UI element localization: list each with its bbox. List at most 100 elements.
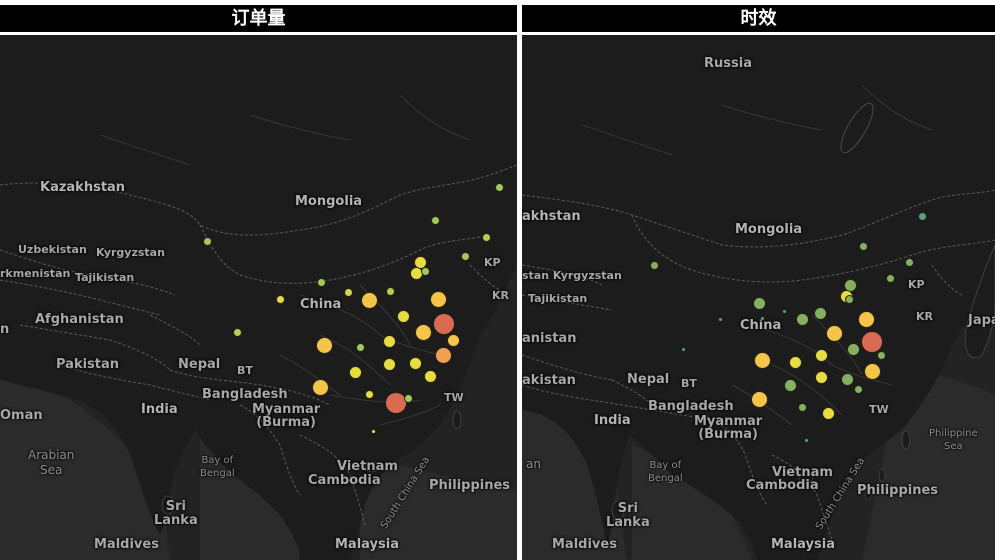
- map-marker[interactable]: [414, 323, 432, 341]
- label-cambodia: Cambodia: [308, 473, 381, 488]
- map-marker[interactable]: [783, 378, 797, 392]
- label-china: China: [300, 297, 342, 312]
- map-marker[interactable]: [750, 390, 768, 408]
- map-marker[interactable]: [364, 389, 374, 399]
- label-pakistan: akistan: [522, 373, 576, 388]
- map-marker[interactable]: [814, 370, 828, 384]
- map-marker[interactable]: [853, 384, 863, 394]
- label-tajikistan: Tajikistan: [528, 292, 588, 305]
- map-marker[interactable]: [752, 296, 766, 310]
- map-marker[interactable]: [846, 342, 860, 356]
- label-bangladesh: Bangladesh: [202, 387, 288, 402]
- label-kr: KR: [492, 289, 509, 302]
- map-marker[interactable]: [917, 211, 927, 221]
- map-marker[interactable]: [840, 372, 854, 386]
- map-marker[interactable]: [408, 356, 422, 370]
- panel-timeliness: 时效 Russia akhstan Mongolia stan Kyrgyzst…: [522, 0, 995, 560]
- panel-title: 时效: [522, 5, 995, 32]
- label-bangladesh: Bangladesh: [648, 399, 734, 414]
- map-marker[interactable]: [348, 365, 362, 379]
- map-order-volume[interactable]: Kazakhstan Mongolia Uzbekistan Kyrgyzsta…: [0, 35, 517, 560]
- panel-title: 订单量: [0, 5, 517, 32]
- label-philippines: Philippines: [857, 483, 939, 498]
- map-marker[interactable]: [680, 346, 686, 352]
- map-marker[interactable]: [403, 393, 413, 403]
- label-cambodia: Cambodia: [746, 478, 819, 493]
- map-marker[interactable]: [382, 357, 396, 371]
- map-marker[interactable]: [420, 266, 430, 276]
- label-kazakhstan: Kazakhstan: [40, 180, 126, 195]
- label-maldives: Maldives: [94, 537, 159, 552]
- label-bt: BT: [237, 364, 253, 377]
- map-marker[interactable]: [430, 215, 440, 225]
- map-marker[interactable]: [813, 306, 827, 320]
- map-marker[interactable]: [717, 316, 723, 322]
- map-marker[interactable]: [825, 324, 843, 342]
- label-india: India: [141, 402, 178, 417]
- map-marker[interactable]: [275, 294, 285, 304]
- map-marker[interactable]: [858, 241, 868, 251]
- map-marker[interactable]: [460, 251, 470, 261]
- map-marker[interactable]: [759, 315, 765, 321]
- map-marker[interactable]: [797, 402, 807, 412]
- map-marker[interactable]: [857, 310, 875, 328]
- label-oman: Oman: [0, 408, 43, 423]
- map-marker[interactable]: [434, 346, 452, 364]
- map-marker[interactable]: [385, 286, 395, 296]
- label-tw: TW: [444, 391, 464, 404]
- label-bt: BT: [681, 377, 697, 390]
- map-marker[interactable]: [803, 437, 809, 443]
- map-timeliness[interactable]: Russia akhstan Mongolia stan Kyrgyzstan …: [522, 35, 995, 560]
- map-marker[interactable]: [904, 257, 914, 267]
- label-afghanistan: Afghanistan: [35, 312, 124, 327]
- label-malaysia: Malaysia: [335, 537, 399, 552]
- label-kp: KP: [908, 278, 925, 291]
- label-afghanistan: anistan: [522, 331, 577, 346]
- map-marker[interactable]: [343, 287, 353, 297]
- map-marker[interactable]: [781, 308, 787, 314]
- map-marker[interactable]: [821, 406, 835, 420]
- map-marker[interactable]: [202, 236, 212, 246]
- map-marker[interactable]: [494, 182, 504, 192]
- map-marker[interactable]: [649, 260, 659, 270]
- label-tajikistan: Tajikistan: [75, 271, 135, 284]
- map-marker[interactable]: [429, 290, 447, 308]
- map-marker[interactable]: [316, 277, 326, 287]
- label-maldives: Maldives: [552, 537, 617, 552]
- label-nepal: Nepal: [178, 357, 221, 372]
- label-uzbekistan: Uzbekistan: [18, 243, 87, 256]
- map-marker[interactable]: [370, 428, 376, 434]
- map-marker[interactable]: [382, 334, 396, 348]
- map-marker[interactable]: [396, 309, 410, 323]
- map-marker[interactable]: [795, 312, 809, 326]
- label-myanmar: Myanmar (Burma): [694, 414, 763, 442]
- label-philippine-sea: Philippine Sea: [929, 428, 978, 452]
- label-n-edge: n: [0, 322, 10, 337]
- map-marker[interactable]: [876, 350, 886, 360]
- map-marker[interactable]: [315, 336, 333, 354]
- label-kyrgyzstan: Kyrgyzstan: [96, 246, 165, 259]
- map-marker[interactable]: [863, 362, 881, 380]
- map-marker[interactable]: [885, 273, 895, 283]
- map-marker[interactable]: [814, 348, 828, 362]
- label-india: India: [594, 413, 631, 428]
- label-tw: TW: [869, 403, 889, 416]
- map-marker[interactable]: [423, 369, 437, 383]
- map-marker[interactable]: [232, 327, 242, 337]
- map-marker[interactable]: [446, 333, 460, 347]
- label-sri-lanka: Sri Lanka: [606, 501, 650, 530]
- map-marker[interactable]: [355, 342, 365, 352]
- map-marker[interactable]: [844, 294, 854, 304]
- map-marker[interactable]: [861, 331, 883, 353]
- map-marker[interactable]: [788, 355, 802, 369]
- label-myanmar: Myanmar (Burma): [252, 402, 321, 430]
- map-marker[interactable]: [311, 378, 329, 396]
- label-kazakhstan: akhstan: [522, 209, 581, 224]
- map-marker[interactable]: [433, 313, 455, 335]
- panel-order-volume: 订单量 Kazakhstan Mongolia Uzbekistan Kyrgy…: [0, 0, 517, 560]
- map-marker[interactable]: [753, 351, 771, 369]
- map-marker[interactable]: [481, 232, 491, 242]
- label-philippines: Philippines: [429, 478, 511, 493]
- map-marker[interactable]: [360, 291, 378, 309]
- label-kr: KR: [916, 310, 933, 323]
